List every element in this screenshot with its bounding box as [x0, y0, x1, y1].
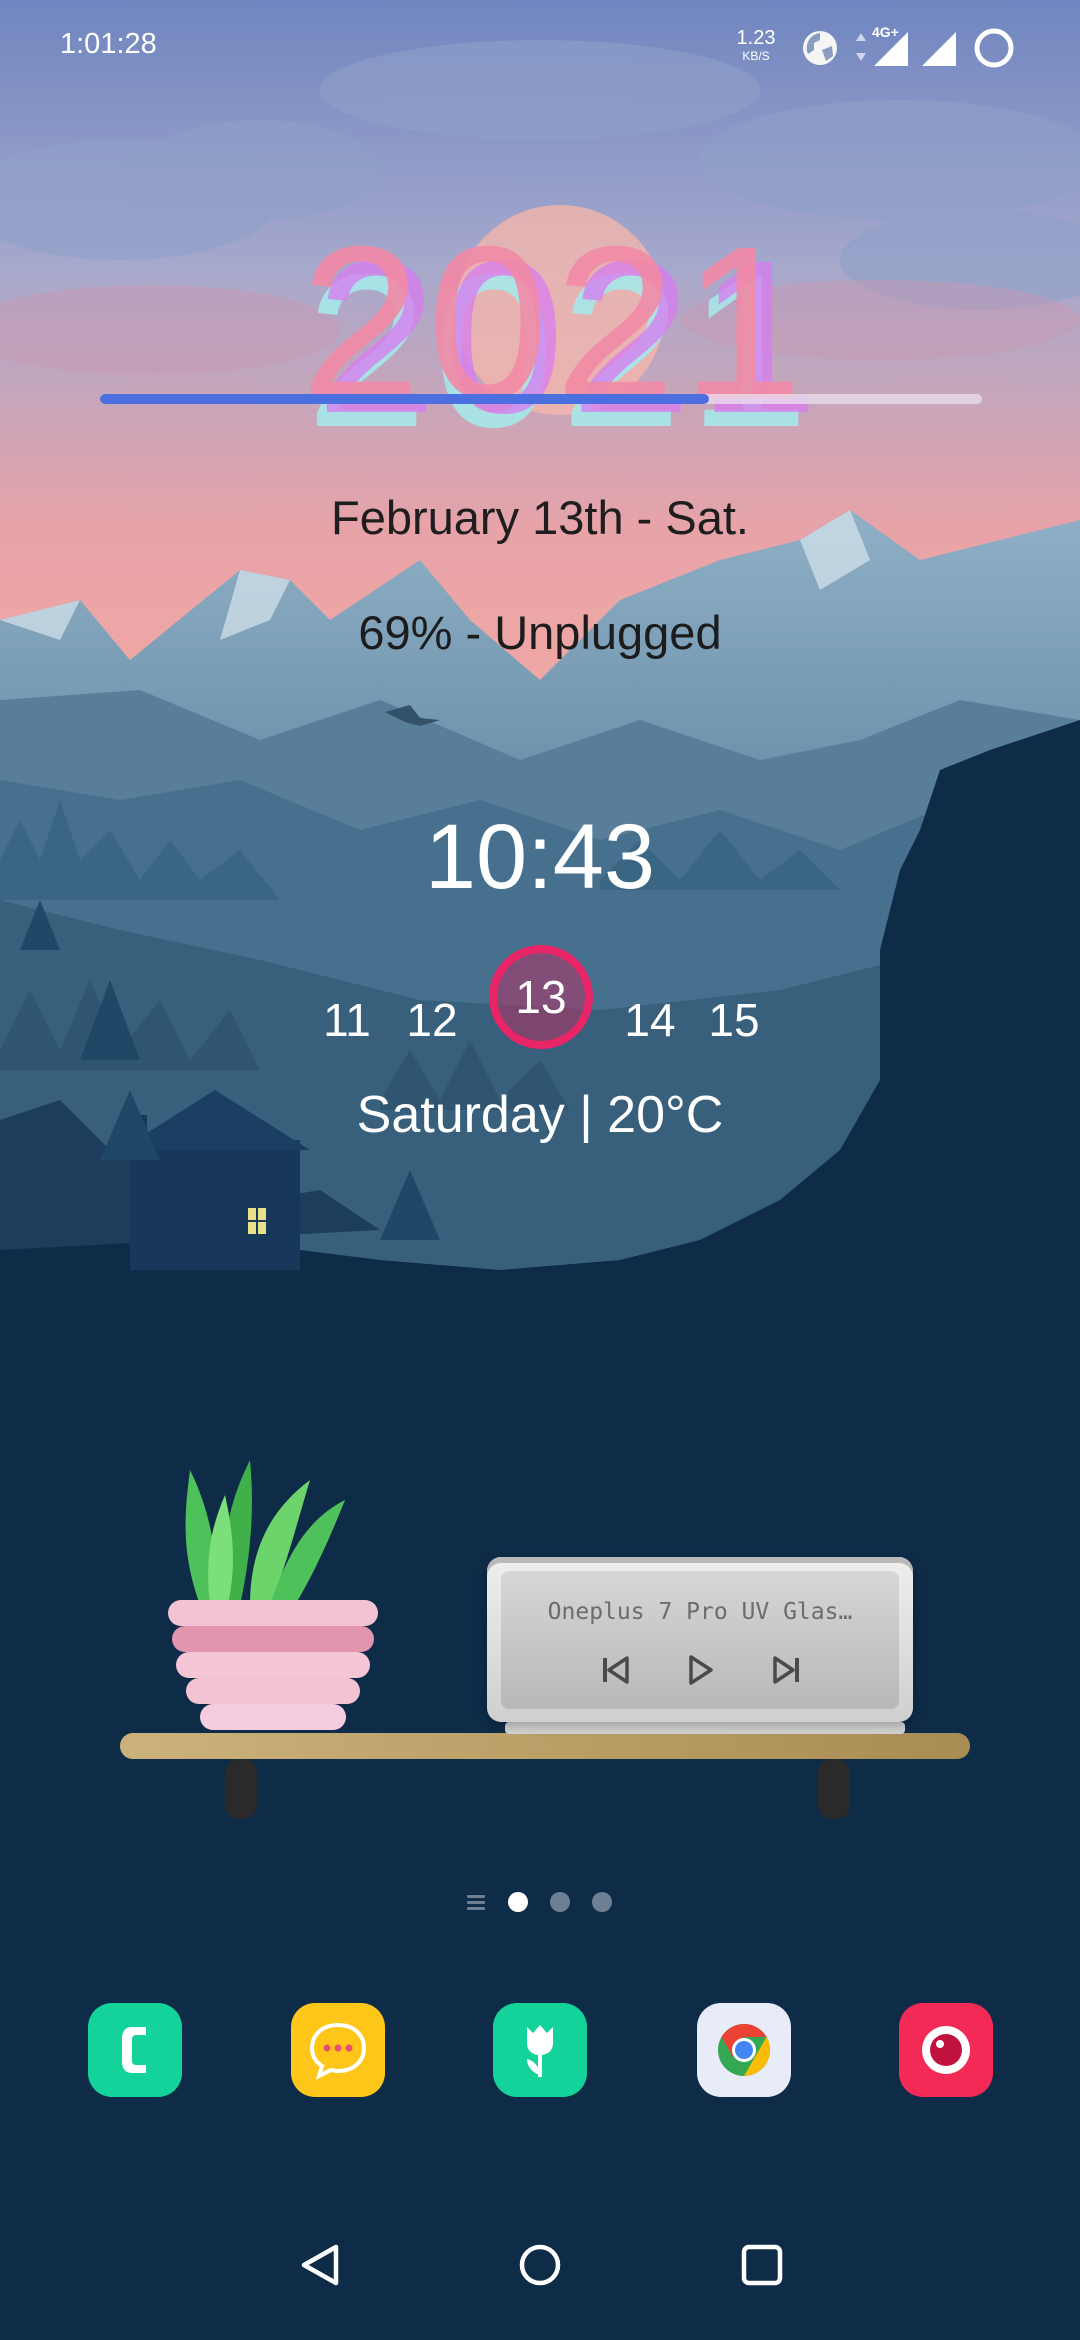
dock-camera-app[interactable] [899, 2003, 993, 2097]
recents-icon[interactable] [732, 2235, 792, 2295]
year-widget: 2021 2021 2021 [0, 215, 1080, 461]
chrome-icon [718, 2024, 770, 2076]
music-player-widget[interactable]: Oneplus 7 Pro UV Glas… [487, 1557, 913, 1722]
calendar-day-selected[interactable]: 13 [489, 945, 593, 1049]
music-player-screen: Oneplus 7 Pro UV Glas… [501, 1571, 899, 1709]
next-icon[interactable] [761, 1645, 811, 1695]
chat-bubble-icon [309, 2022, 367, 2080]
dock-messages-app[interactable] [291, 2003, 385, 2097]
battery-ring-icon [974, 28, 1014, 68]
year-progress-fill [100, 394, 709, 404]
tulip-icon [527, 2025, 553, 2077]
previous-icon[interactable] [591, 1645, 641, 1695]
calendar-day[interactable]: 15 [694, 965, 774, 1075]
calendar-day[interactable]: 14 [610, 965, 690, 1075]
weather-text: Saturday | 20°C [356, 1086, 724, 1144]
status-time: 1:01:28 [60, 28, 157, 60]
page-dot-active [508, 1892, 528, 1912]
network-speed-unit: KB/S [742, 49, 770, 63]
network-speed-value: 1.23 [736, 27, 776, 49]
signal-icon [874, 32, 908, 66]
dock-tulip-app[interactable] [493, 2003, 587, 2097]
vpn-globe-icon [803, 31, 837, 65]
page-dot [550, 1892, 570, 1912]
clock-text[interactable]: 10:43 [0, 805, 1080, 910]
dock-phone-app[interactable] [88, 2003, 182, 2097]
plant-icon [185, 1460, 345, 1605]
data-arrows-icon [856, 33, 866, 61]
play-icon[interactable] [675, 1645, 725, 1695]
network-speed: 1.23 KB/S [736, 28, 776, 62]
calendar-day[interactable]: 12 [392, 965, 472, 1075]
back-icon[interactable] [290, 2235, 350, 2295]
page-dot [592, 1892, 612, 1912]
drawer-lines-icon [467, 1895, 485, 1910]
battery-status-text: 69% - Unplugged [358, 606, 722, 659]
calendar-day[interactable]: 11 [307, 965, 387, 1075]
track-title: Oneplus 7 Pro UV Glas… [547, 1599, 853, 1625]
page-indicator[interactable] [465, 1890, 615, 1914]
flower-pot [168, 1600, 378, 1730]
camera-lens-icon [922, 2026, 970, 2074]
year-progress-track [100, 394, 982, 404]
date-text: February 13th - Sat. [331, 491, 749, 544]
home-icon[interactable] [510, 2235, 570, 2295]
dock-chrome-app[interactable] [697, 2003, 791, 2097]
phone-icon [122, 2027, 146, 2073]
signal-icon [922, 32, 956, 66]
